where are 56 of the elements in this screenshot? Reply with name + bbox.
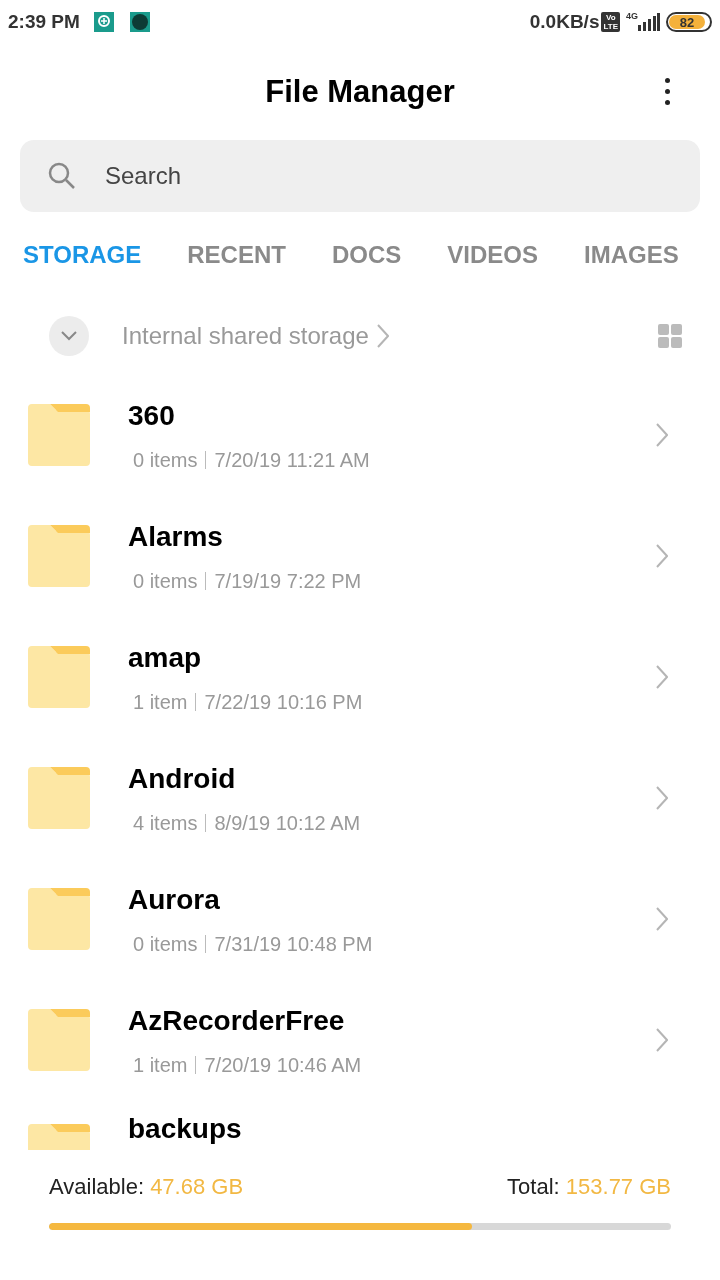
- folder-icon: [28, 1124, 90, 1150]
- more-options-button[interactable]: [665, 78, 670, 105]
- search-icon: [48, 162, 76, 190]
- available-space: Available: 47.68 GB: [49, 1173, 244, 1201]
- folder-row[interactable]: 360 0 items 7/20/19 11:21 AM: [0, 374, 720, 495]
- folder-row[interactable]: amap 1 item 7/22/19 10:16 PM: [0, 616, 720, 737]
- modified-date: 8/9/19 10:12 AM: [214, 810, 361, 836]
- folder-name: 360: [128, 398, 176, 433]
- chevron-right-icon: [656, 543, 668, 568]
- modified-date: 7/20/19 11:21 AM: [214, 447, 370, 473]
- folder-name: Aurora: [128, 882, 221, 917]
- chevron-right-icon: [656, 664, 668, 689]
- item-count: 0 items: [133, 447, 198, 473]
- item-count: 1 item: [133, 689, 188, 715]
- grid-view-icon[interactable]: [658, 324, 682, 348]
- folder-row[interactable]: AzRecorderFree 1 item 7/20/19 10:46 AM: [0, 979, 720, 1100]
- modified-date: 7/22/19 10:16 PM: [204, 689, 363, 715]
- network-type: 4G: [626, 10, 638, 23]
- chevron-down-icon: [61, 331, 77, 341]
- folder-name: Alarms: [128, 519, 224, 554]
- folder-name: Android: [128, 761, 237, 796]
- folder-icon: [28, 1008, 90, 1071]
- folder-row[interactable]: Aurora 0 items 7/31/19 10:48 PM: [0, 858, 720, 979]
- modified-date: 7/20/19 10:46 AM: [204, 1052, 362, 1078]
- folder-row[interactable]: Android 4 items 8/9/19 10:12 AM: [0, 737, 720, 858]
- modified-date: 7/19/19 7:22 PM: [214, 568, 362, 594]
- app-notification-icon: [93, 12, 114, 32]
- item-count: 1 item: [133, 1052, 188, 1078]
- folder-icon: [28, 645, 90, 708]
- screen-title: File Manager: [265, 72, 455, 111]
- folder-name: amap: [128, 640, 203, 675]
- battery-indicator: 82: [666, 12, 712, 32]
- volte-badge: Vo LTE: [601, 12, 620, 32]
- item-count: 4 items: [133, 810, 198, 836]
- folder-icon: [28, 403, 90, 466]
- folder-icon: [28, 887, 90, 950]
- signal-icon: [638, 13, 660, 31]
- folder-icon: [28, 524, 90, 587]
- item-count: 0 items: [133, 568, 198, 594]
- search-field[interactable]: Search: [20, 140, 700, 212]
- network-speed: 0.0KB/s: [529, 9, 600, 34]
- folder-name: backups: [128, 1114, 243, 1144]
- chevron-right-icon: [656, 1027, 668, 1052]
- collapse-button[interactable]: [49, 316, 89, 356]
- chevron-right-icon: [376, 324, 389, 348]
- chevron-right-icon: [656, 906, 668, 931]
- folder-name: AzRecorderFree: [128, 1003, 346, 1038]
- app-notification-icon: [129, 12, 150, 32]
- folder-icon: [28, 766, 90, 829]
- chevron-right-icon: [656, 785, 668, 810]
- item-count: 0 items: [133, 931, 198, 957]
- folder-row[interactable]: Alarms 0 items 7/19/19 7:22 PM: [0, 495, 720, 616]
- total-space: Total: 153.77 GB: [507, 1173, 671, 1201]
- chevron-right-icon: [656, 422, 668, 447]
- modified-date: 7/31/19 10:48 PM: [214, 931, 373, 957]
- status-time: 2:39 PM: [8, 9, 80, 34]
